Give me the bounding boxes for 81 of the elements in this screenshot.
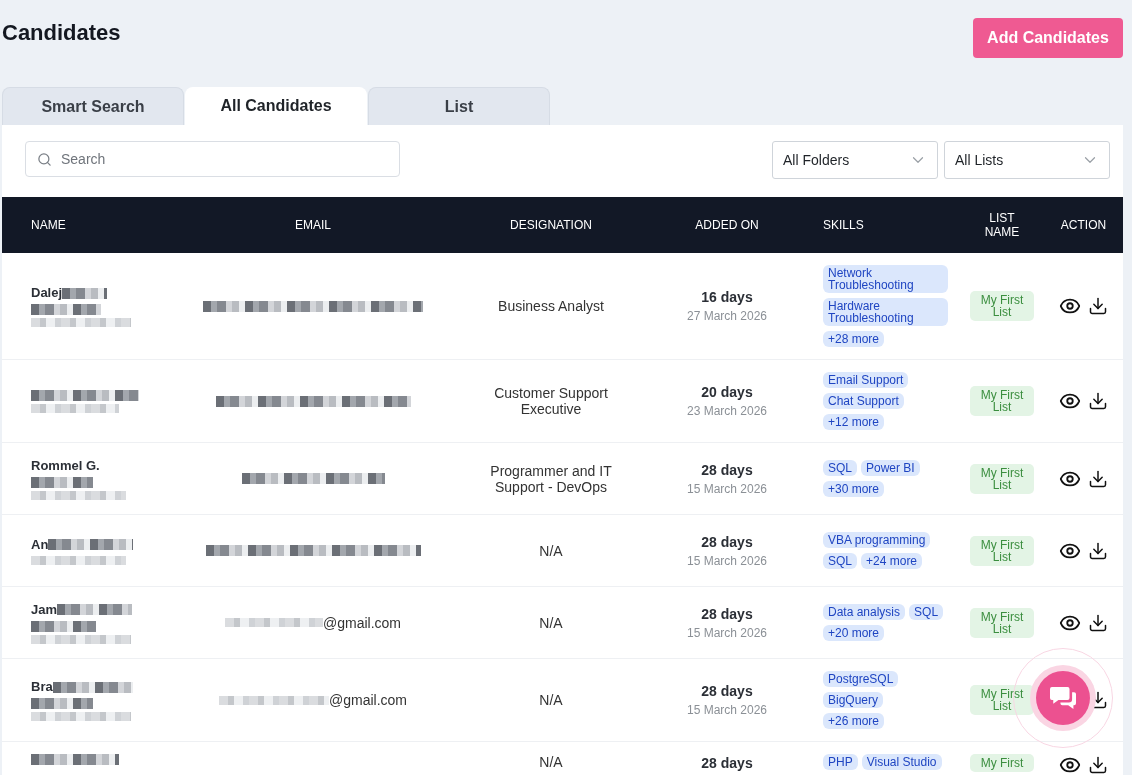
designation-text: N/A: [539, 692, 563, 708]
dropdown-select[interactable]: All Folders: [772, 141, 938, 179]
date-text: 23 March 2026: [686, 404, 768, 419]
skill-tag: Chat Support: [823, 393, 904, 409]
pixelated-redaction: [62, 287, 108, 299]
more-skills-tag[interactable]: +12 more: [823, 414, 885, 430]
download-icon[interactable]: [1088, 612, 1108, 633]
skill-tag: Power BI: [861, 460, 920, 476]
date-text: 27 March 2026: [686, 309, 768, 324]
skill-tag: Email Support: [823, 372, 909, 388]
designation-text: N/A: [539, 754, 563, 770]
days-ago-text: 28 days: [701, 460, 753, 479]
skill-tag: SQL: [823, 553, 857, 569]
tab[interactable]: List: [368, 87, 550, 125]
email-text: @gmail.com: [323, 614, 401, 631]
skill-tag: Hardware Troubleshooting: [823, 298, 948, 326]
download-icon[interactable]: [1088, 296, 1108, 316]
designation-text: N/A: [539, 542, 563, 559]
list-badge: My First List: [970, 535, 1034, 566]
email-text: @gmail.com: [329, 692, 407, 708]
skill-tag: PHP: [823, 754, 858, 770]
column-header: NAME: [31, 218, 66, 232]
list-badge: My First List: [970, 685, 1034, 715]
download-icon[interactable]: [1088, 540, 1108, 561]
pixelated-redaction: [31, 620, 96, 632]
download-icon[interactable]: [1088, 391, 1108, 411]
more-skills-tag[interactable]: +26 more: [823, 713, 885, 729]
skill-tag: Visual Studio: [861, 754, 942, 770]
candidate-name: Jam: [31, 601, 58, 618]
candidate-name: An: [31, 536, 49, 553]
skill-tag: SQL: [909, 604, 944, 620]
designation-text: N/A: [539, 614, 563, 631]
download-icon[interactable]: [1088, 468, 1108, 489]
days-ago-text: 20 days: [701, 383, 753, 401]
column-header: ACTION: [1060, 218, 1107, 232]
search-field[interactable]: Search: [25, 141, 400, 177]
skill-tag: SQL: [823, 460, 857, 476]
list-badge: My First List: [970, 607, 1034, 638]
skill-tag: Data analysis: [823, 604, 906, 620]
skill-tag: PostgreSQL: [823, 671, 899, 687]
days-ago-text: 16 days: [701, 288, 753, 306]
days-ago-text: 28 days: [701, 604, 753, 623]
skill-tag: BigQuery: [823, 692, 884, 708]
download-icon[interactable]: [1088, 755, 1108, 775]
designation-text: Programmer and IT Support - DevOps: [489, 462, 613, 495]
more-skills-tag[interactable]: +28 more: [823, 331, 885, 347]
list-badge: My First: [970, 754, 1034, 772]
days-ago-text: 28 days: [701, 682, 753, 700]
tab[interactable]: All Candidates: [185, 87, 367, 125]
more-skills-tag[interactable]: +24 more: [861, 553, 923, 569]
candidate-name: Rommel G.: [31, 457, 100, 474]
chat-icon: [1050, 686, 1076, 710]
page-title: Candidates: [2, 19, 121, 47]
date-text: 15 March 2026: [686, 703, 768, 718]
dropdown-select[interactable]: All Lists: [944, 141, 1110, 179]
date-text: 15 March 2026: [686, 553, 768, 569]
tab[interactable]: Smart Search: [2, 87, 184, 125]
date-text: 15 March 2026: [686, 625, 768, 641]
designation-text: Business Analyst: [498, 298, 604, 314]
candidate-name: Dalej: [31, 285, 63, 301]
list-badge: My First List: [970, 386, 1034, 416]
pixelated-redaction: [31, 698, 93, 709]
designation-text: Customer Support Executive: [493, 385, 609, 417]
pixelated-redaction: [31, 304, 101, 315]
date-text: 15 March 2026: [686, 481, 768, 497]
list-badge: My First List: [970, 291, 1034, 321]
more-skills-tag[interactable]: +30 more: [823, 481, 885, 497]
column-header: EMAIL: [295, 218, 331, 232]
search-icon: [37, 152, 52, 167]
list-badge: My First List: [970, 463, 1034, 494]
candidate-name: Bra: [31, 679, 53, 695]
skill-tag: VBA programming: [823, 532, 931, 548]
days-ago-text: 28 days: [701, 532, 753, 551]
pixelated-redaction: [31, 476, 93, 488]
column-header: LIST NAME: [983, 211, 1021, 239]
skill-tag: Network Troubleshooting: [823, 265, 948, 293]
column-header: DESIGNATION: [510, 218, 592, 232]
more-skills-tag[interactable]: +20 more: [823, 625, 885, 641]
days-ago-text: 28 days: [701, 754, 753, 772]
column-header: SKILLS: [823, 218, 864, 232]
column-header: ADDED ON: [695, 218, 759, 232]
